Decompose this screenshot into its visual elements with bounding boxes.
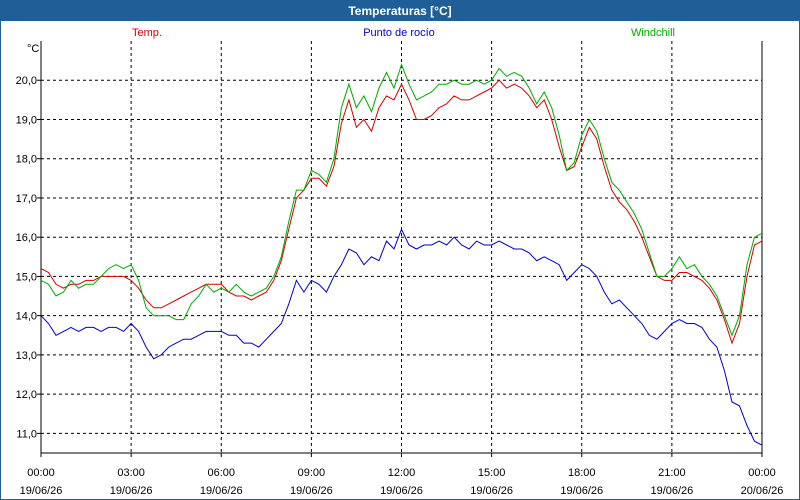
x-tick-date-label: 19/06/26: [560, 485, 603, 497]
x-tick-date-label: 19/06/26: [650, 485, 693, 497]
x-tick-time-label: 12:00: [388, 467, 416, 479]
chart-window: Temperaturas [°C] 11,0 12,0 13,0 14,0 15,0 16…: [0, 0, 800, 500]
y-tick-label: 13,0: [16, 350, 37, 362]
y-tick-label: 11,0: [16, 428, 37, 440]
legend-entry: Punto de rocío: [363, 27, 435, 39]
temperature-chart: 11,0 12,0 13,0 14,0 15,0 16,0 17,0 18,0 19,0 20,0…: [16, 27, 784, 497]
x-ticks: 00:00 19/06/26 03:00 19/06/26 06:00 19/06/26 0…: [20, 453, 784, 497]
y-tick-label: 18,0: [16, 154, 37, 166]
legend-entry: Temp.: [132, 27, 162, 39]
x-tick-date-label: 19/06/26: [470, 485, 513, 497]
x-tick-time-label: 09:00: [298, 467, 326, 479]
legend: Temp. Punto de rocío Windchill: [132, 27, 675, 39]
x-tick-date-label: 19/06/26: [380, 485, 423, 497]
x-tick-time-label: 00:00: [27, 467, 55, 479]
x-tick-time-label: 06:00: [207, 467, 235, 479]
y-tick-label: 17,0: [16, 193, 37, 205]
x-tick-date-label: 19/06/26: [200, 485, 243, 497]
x-tick-time-label: 15:00: [478, 467, 506, 479]
x-tick-time-label: 03:00: [117, 467, 145, 479]
y-axis-unit-label: °C: [27, 43, 39, 55]
y-tick-label: 20,0: [16, 75, 37, 87]
x-tick-date-label: 19/06/26: [290, 485, 333, 497]
y-tick-label: 14,0: [16, 311, 37, 323]
y-tick-label: 16,0: [16, 232, 37, 244]
y-tick-label: 19,0: [16, 114, 37, 126]
x-tick-time-label: 21:00: [658, 467, 686, 479]
x-tick-date-label: 19/06/26: [20, 485, 63, 497]
y-ticks: 11,0 12,0 13,0 14,0 15,0 16,0 17,0 18,0 19,0 20,0: [16, 75, 41, 440]
x-tick-time-label: 00:00: [748, 467, 776, 479]
x-tick-time-label: 18:00: [568, 467, 596, 479]
y-tick-label: 15,0: [16, 271, 37, 283]
y-tick-label: 12,0: [16, 389, 37, 401]
legend-entry: Windchill: [631, 27, 675, 39]
x-tick-date-label: 19/06/26: [110, 485, 153, 497]
x-tick-date-label: 20/06/26: [741, 485, 784, 497]
